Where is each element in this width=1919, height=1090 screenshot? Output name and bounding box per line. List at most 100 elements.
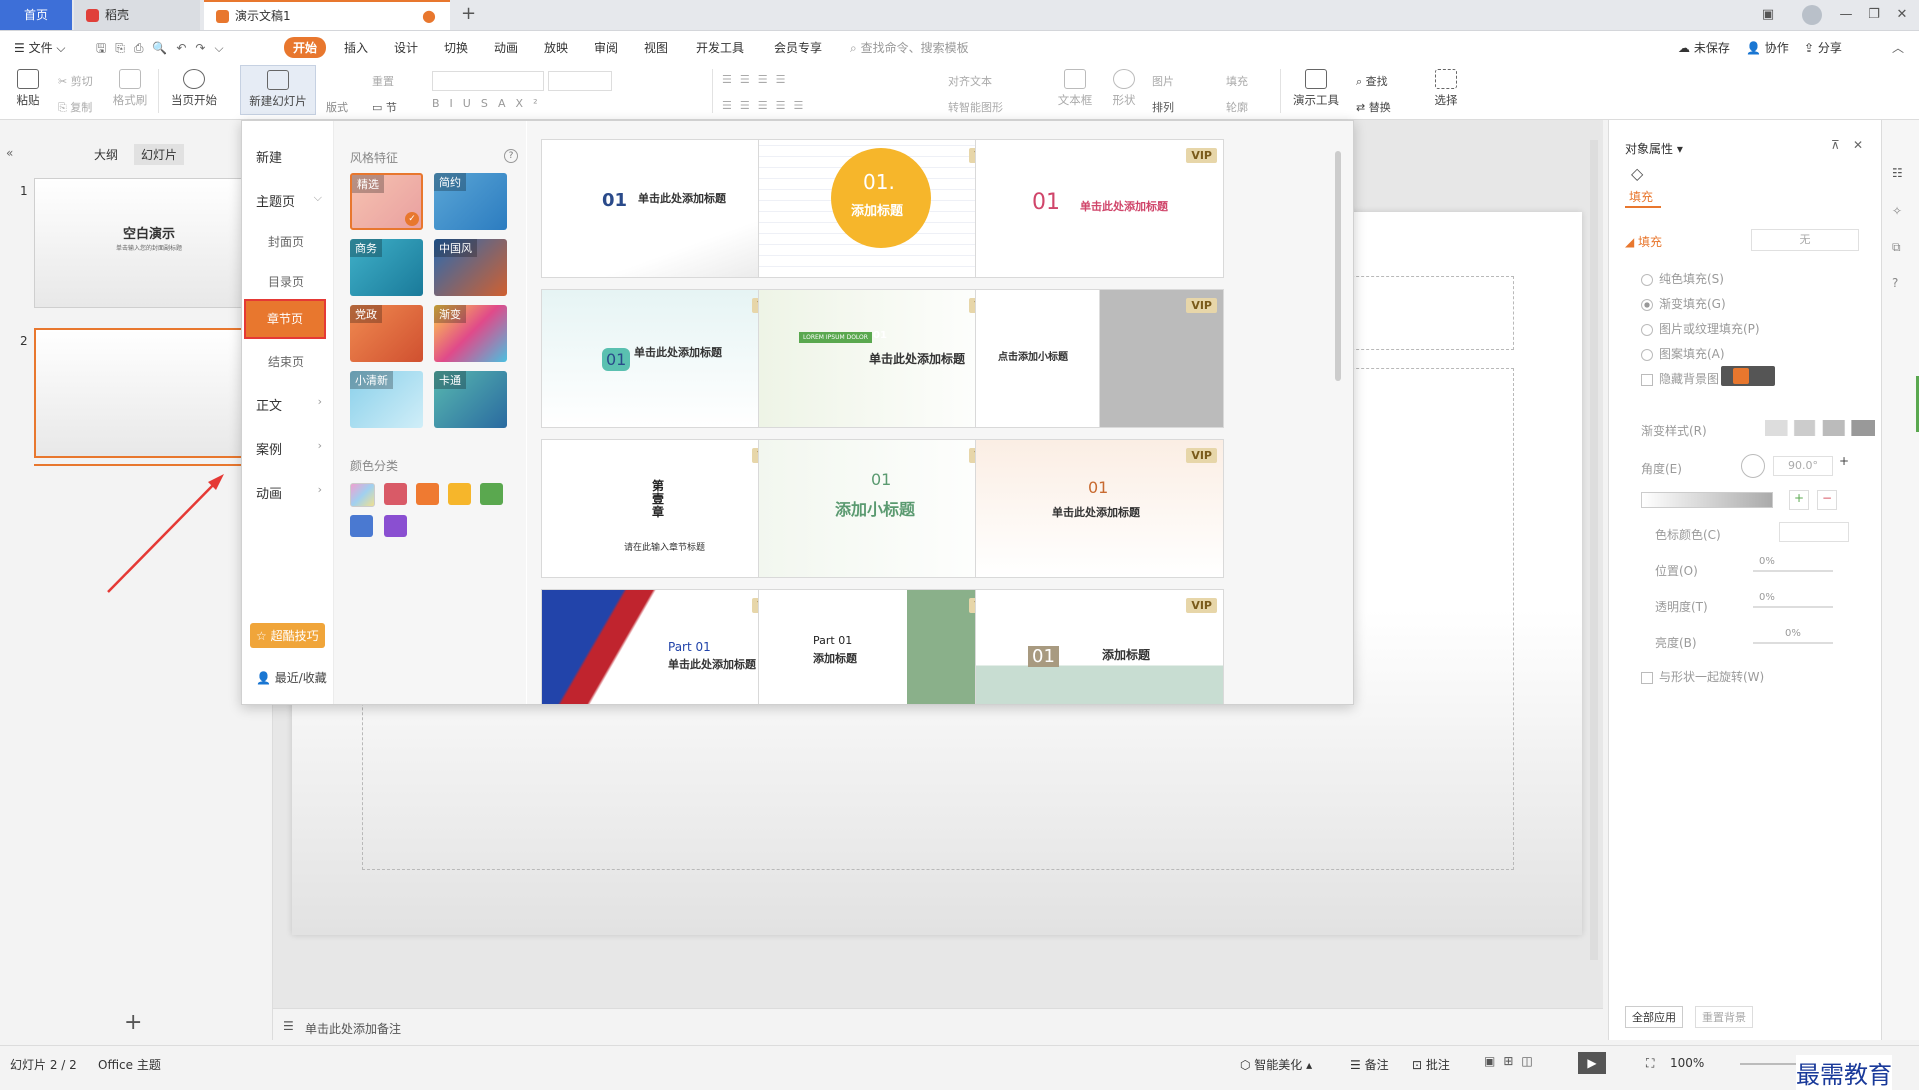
- play-from-current-button[interactable]: 当页开始: [166, 69, 222, 108]
- image-button[interactable]: 图片: [1152, 73, 1174, 89]
- nav-new[interactable]: 新建: [256, 147, 322, 166]
- collab-button[interactable]: 👤 协作: [1746, 39, 1789, 56]
- panel-title[interactable]: 对象属性 ▾: [1625, 140, 1683, 157]
- outline-button[interactable]: 轮廓: [1226, 99, 1248, 115]
- comments-toggle[interactable]: ⊡ 批注: [1412, 1056, 1450, 1073]
- template-card[interactable]: 01单击此处添加标题VIP: [541, 289, 790, 428]
- file-menu[interactable]: ☰ 文件 ⌵: [14, 39, 66, 56]
- style-featured[interactable]: 精选 ✓: [350, 173, 423, 230]
- select-button[interactable]: 选择: [1428, 69, 1464, 108]
- fill-button[interactable]: 填充: [1226, 73, 1248, 89]
- style-gradient[interactable]: 渐变: [434, 305, 507, 362]
- angle-increment[interactable]: +: [1839, 454, 1849, 468]
- copy-button[interactable]: ⎘ 复制: [58, 99, 92, 115]
- template-card[interactable]: 01 添加标题 VIP: [975, 589, 1224, 704]
- fit-icon[interactable]: ⛶: [1646, 1056, 1654, 1071]
- menu-developer[interactable]: 开发工具: [696, 39, 744, 56]
- section-button[interactable]: ▭ 节: [372, 99, 397, 115]
- fill-section[interactable]: ◢ 填充: [1625, 233, 1662, 250]
- avatar[interactable]: [1802, 5, 1822, 25]
- gradient-bar[interactable]: [1641, 492, 1773, 508]
- smart-beautify-button[interactable]: ⬡ 智能美化 ▴: [1240, 1056, 1312, 1073]
- minimize-icon[interactable]: —: [1838, 7, 1854, 23]
- tab-outline[interactable]: 大纲: [94, 146, 118, 163]
- rotate-with-shape-checkbox[interactable]: 与形状一起旋转(W): [1641, 668, 1764, 685]
- picture-fill-radio[interactable]: 图片或纹理填充(P): [1641, 320, 1760, 337]
- collapse-panel-icon[interactable]: «: [6, 146, 13, 160]
- hide-bg-checkbox[interactable]: 隐藏背景图: [1641, 370, 1719, 387]
- color-swatch[interactable]: [448, 483, 471, 505]
- color-swatch[interactable]: [384, 515, 407, 537]
- fill-select[interactable]: 无: [1751, 229, 1859, 251]
- stop-color-select[interactable]: [1779, 522, 1849, 542]
- menu-view[interactable]: 视图: [644, 39, 668, 56]
- new-tab-button[interactable]: +: [461, 3, 476, 24]
- template-card[interactable]: Part 01添加标题VIP: [758, 589, 1007, 704]
- notes-bar[interactable]: ☰ 单击此处添加备注: [273, 1008, 1603, 1045]
- paste-button[interactable]: 粘贴: [10, 69, 46, 108]
- solid-fill-radio[interactable]: 纯色填充(S): [1641, 270, 1724, 287]
- font-family-select[interactable]: [432, 71, 544, 91]
- style-chinese[interactable]: 中国风: [434, 239, 507, 296]
- nav-cover[interactable]: 封面页: [268, 233, 334, 250]
- template-card[interactable]: 01单击此处添加标题VIP: [975, 439, 1224, 578]
- slide-thumbnail-1[interactable]: 空白演示 单击输入您的封面副标题: [34, 178, 264, 308]
- color-swatch[interactable]: [416, 483, 439, 505]
- tab-home[interactable]: 首页: [0, 0, 72, 30]
- position-slider[interactable]: [1753, 570, 1833, 572]
- menu-animation[interactable]: 动画: [494, 39, 518, 56]
- transparency-slider[interactable]: [1753, 606, 1833, 608]
- tab-slides[interactable]: 幻灯片: [134, 144, 185, 165]
- restore-icon[interactable]: ❐: [1866, 7, 1882, 23]
- template-card[interactable]: LOREM IPSUM DOLOR01单击此处添加标题VIP: [758, 289, 1007, 428]
- tab-document[interactable]: 演示文稿1 ●: [204, 0, 450, 30]
- help-icon[interactable]: ?: [1892, 276, 1898, 290]
- nav-end[interactable]: 结束页: [268, 353, 334, 370]
- unsaved-button[interactable]: ☁ 未保存: [1678, 39, 1730, 56]
- template-card[interactable]: 第壹章请在此输入章节标题VIP: [541, 439, 790, 578]
- tab-fill[interactable]: 填充: [1629, 188, 1653, 205]
- arrange-button[interactable]: 排列: [1152, 99, 1174, 115]
- brightness-slider[interactable]: [1753, 642, 1833, 644]
- template-card[interactable]: Part 01单击此处添加标题VIP: [541, 589, 790, 704]
- canvas-scrollbar[interactable]: [1590, 140, 1598, 960]
- view-buttons[interactable]: ▣⊞◫: [1484, 1054, 1541, 1068]
- command-search[interactable]: ⌕ 查找命令、搜索模板: [850, 39, 969, 56]
- slide-thumbnail-2[interactable]: [34, 328, 264, 458]
- presentation-tools-button[interactable]: 演示工具: [1290, 69, 1342, 108]
- copy-slides-icon[interactable]: ⧉: [1892, 240, 1901, 255]
- layout-button[interactable]: 版式: [326, 99, 348, 115]
- menu-member[interactable]: 会员专享: [774, 39, 822, 56]
- menu-slideshow[interactable]: 放映: [544, 39, 568, 56]
- align-text-button[interactable]: 对齐文本: [948, 73, 992, 89]
- pattern-fill-radio[interactable]: 图案填充(A): [1641, 345, 1725, 362]
- style-fresh[interactable]: 小清新: [350, 371, 423, 428]
- smart-art-button[interactable]: 转智能图形: [948, 99, 1003, 115]
- add-stop-icon[interactable]: +: [1789, 490, 1809, 510]
- color-swatch[interactable]: [350, 515, 373, 537]
- nav-chapter[interactable]: 章节页: [244, 299, 326, 339]
- nav-theme[interactable]: 主题页 ⌵: [256, 191, 322, 210]
- notes-toggle[interactable]: ☰ 备注: [1350, 1056, 1389, 1073]
- color-swatch[interactable]: [350, 483, 375, 507]
- zoom-level[interactable]: 100%: [1670, 1056, 1704, 1070]
- menu-start[interactable]: 开始: [284, 37, 327, 58]
- properties-icon[interactable]: ☷: [1892, 166, 1903, 180]
- close-window-icon[interactable]: ✕: [1894, 7, 1910, 23]
- share-button[interactable]: ⇪ 分享: [1804, 39, 1842, 56]
- gradient-fill-radio[interactable]: 渐变填充(G): [1641, 295, 1726, 312]
- play-slideshow-button[interactable]: ▶: [1578, 1052, 1606, 1074]
- style-simple[interactable]: 简约: [434, 173, 507, 230]
- remove-stop-icon[interactable]: −: [1817, 490, 1837, 510]
- nav-animation[interactable]: 动画 ›: [256, 483, 322, 502]
- pin-icon[interactable]: ⊼: [1831, 138, 1840, 152]
- style-business[interactable]: 商务: [350, 239, 423, 296]
- magic-icon[interactable]: ✧: [1892, 204, 1902, 218]
- tab-daoke[interactable]: 稻壳: [74, 0, 200, 30]
- recent-button[interactable]: 👤 最近/收藏: [256, 669, 327, 686]
- add-slide-button[interactable]: +: [124, 1010, 142, 1035]
- angle-input[interactable]: 90.0°: [1773, 456, 1833, 476]
- template-card[interactable]: 01 单击此处添加标题: [541, 139, 790, 278]
- new-slide-button[interactable]: 新建幻灯片: [240, 65, 316, 115]
- template-card[interactable]: 01单击此处添加标题VIP: [975, 139, 1224, 278]
